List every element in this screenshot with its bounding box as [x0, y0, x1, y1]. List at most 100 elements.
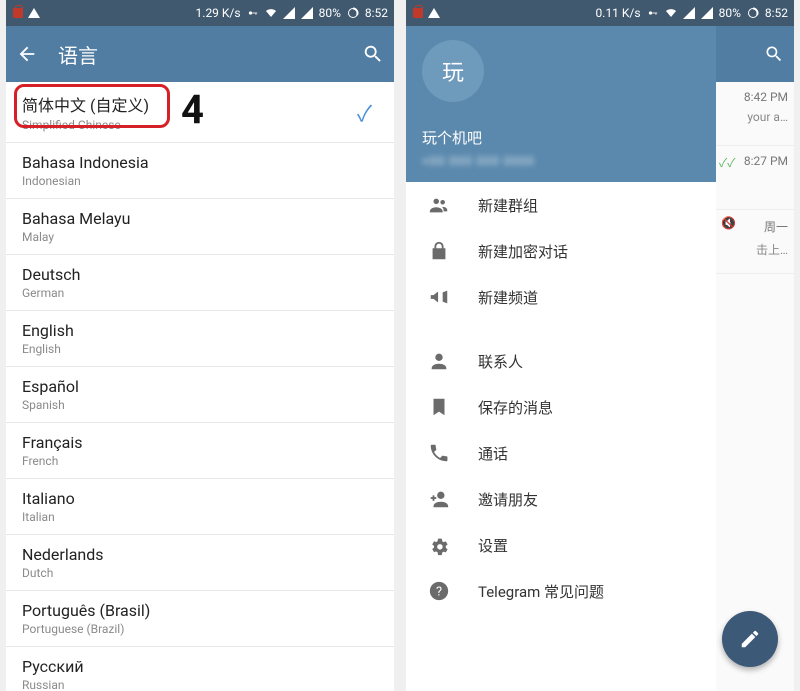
- drawer-item-label: 邀请朋友: [478, 489, 538, 510]
- language-english: Portuguese (Brazil): [22, 622, 378, 636]
- signal-icon: [683, 7, 695, 19]
- clock: 8:52: [365, 6, 388, 20]
- language-english: Indonesian: [22, 174, 378, 188]
- drawer-item-label: 新建加密对话: [478, 241, 568, 262]
- drawer-item[interactable]: 联系人: [406, 338, 716, 384]
- muted-icon: 🔇: [721, 216, 736, 230]
- signal-icon: [283, 7, 295, 19]
- language-native: Nederlands: [22, 545, 378, 564]
- drawer-item-label: 保存的消息: [478, 397, 553, 418]
- chat-snippet: your a…: [721, 110, 788, 124]
- app-bar: 语言: [6, 26, 394, 82]
- chat-peek-row[interactable]: 8:42 PM your a…: [715, 82, 794, 146]
- profile-name: 玩个机吧: [422, 127, 482, 148]
- clock: 8:52: [765, 6, 788, 20]
- megaphone-icon: [428, 286, 450, 308]
- warning-icon: [428, 7, 440, 19]
- language-english: Spanish: [22, 398, 378, 412]
- chat-peek-row[interactable]: ✓✓8:27 PM: [715, 146, 794, 210]
- page-title: 语言: [58, 40, 342, 69]
- check-icon: ✓: [357, 96, 372, 128]
- avatar[interactable]: 玩: [422, 40, 484, 102]
- language-english: Italian: [22, 510, 378, 524]
- key-icon: [647, 7, 659, 19]
- back-button[interactable]: [16, 43, 38, 65]
- drawer-item[interactable]: 新建群组: [406, 182, 716, 228]
- drawer-item[interactable]: 新建频道: [406, 274, 716, 320]
- person-add-icon: [428, 488, 450, 510]
- net-speed: 1.29 K/s: [196, 6, 241, 20]
- phone-right: 0.11 K/s 80% 8:52 8:42 PM your a… ✓✓8:27 P…: [406, 0, 794, 691]
- language-english: French: [22, 454, 378, 468]
- drawer-item-label: 联系人: [478, 351, 523, 372]
- language-row[interactable]: Italiano Italian: [6, 479, 394, 535]
- language-native: Bahasa Indonesia: [22, 153, 378, 172]
- language-english: English: [22, 342, 378, 356]
- language-row[interactable]: NederlandsDutch: [6, 535, 394, 591]
- signal-icon: [301, 7, 313, 19]
- language-english: Russian: [22, 678, 378, 691]
- search-button[interactable]: [764, 44, 784, 64]
- lock-icon: [428, 240, 450, 262]
- svg-text:?: ?: [436, 585, 442, 600]
- bookmark-icon: [428, 396, 450, 418]
- language-row[interactable]: Português (Brasil) Portuguese (Brazil): [6, 591, 394, 647]
- help-icon: ?: [428, 580, 450, 602]
- language-native: Français: [22, 433, 378, 452]
- status-bar: 0.11 K/s 80% 8:52: [406, 0, 794, 26]
- app-bar: [715, 26, 794, 82]
- warning-icon: [28, 7, 40, 19]
- chat-time: 8:42 PM: [721, 90, 788, 104]
- drawer-header: 玩 玩个机吧 +00 000 000 0000: [406, 26, 716, 182]
- drawer-item-label: 新建群组: [478, 195, 538, 216]
- drawer-item-label: 设置: [478, 535, 508, 556]
- status-bar: 1.29 K/s 80% 8:52: [6, 0, 394, 26]
- search-button[interactable]: [362, 43, 384, 65]
- person-icon: [428, 350, 450, 372]
- drawer-item[interactable]: 新建加密对话: [406, 228, 716, 274]
- phone-left: 1.29 K/s 80% 8:52 语言 简体中文 (自定义)Simplifie…: [6, 0, 394, 691]
- drawer-item[interactable]: ? Telegram 常见问题: [406, 568, 716, 614]
- language-native: Italiano: [22, 489, 378, 508]
- signal-icon: [701, 7, 713, 19]
- language-row[interactable]: Español Spanish: [6, 367, 394, 423]
- shopping-bag-icon: [412, 7, 424, 19]
- avatar-initial: 玩: [442, 55, 464, 87]
- language-native: English: [22, 321, 378, 340]
- language-row[interactable]: Français French: [6, 423, 394, 479]
- drawer-item[interactable]: 通话: [406, 430, 716, 476]
- nav-drawer: 玩 玩个机吧 +00 000 000 0000 新建群组新建加密对话新建频道联系…: [406, 26, 716, 691]
- language-row[interactable]: Bahasa MelayuMalay: [6, 199, 394, 255]
- callout-step-number: 4: [181, 86, 204, 133]
- language-native: Русский: [22, 657, 378, 676]
- battery-label: 80%: [719, 6, 741, 20]
- net-speed: 0.11 K/s: [596, 6, 641, 20]
- language-row[interactable]: Bahasa Indonesia Indonesian: [6, 143, 394, 199]
- drawer-items: 新建群组新建加密对话新建频道联系人保存的消息通话邀请朋友设置? Telegram …: [406, 182, 716, 614]
- shopping-bag-icon: [12, 7, 24, 19]
- drawer-item[interactable]: 邀请朋友: [406, 476, 716, 522]
- drawer-item[interactable]: 保存的消息: [406, 384, 716, 430]
- group-icon: [428, 194, 450, 216]
- battery-circle-icon: [747, 7, 759, 19]
- chat-peek-row[interactable]: 🔇周一击上…: [715, 210, 794, 274]
- language-row[interactable]: Русский Russian: [6, 647, 394, 691]
- language-row[interactable]: Deutsch German: [6, 255, 394, 311]
- drawer-item[interactable]: 设置: [406, 522, 716, 568]
- language-native: Deutsch: [22, 265, 378, 284]
- drawer-item-label: 通话: [478, 443, 508, 464]
- drawer-item-label: Telegram 常见问题: [478, 581, 604, 602]
- read-checks-icon: ✓✓: [719, 154, 735, 171]
- chat-list-peek: 8:42 PM your a… ✓✓8:27 PM🔇周一击上…: [714, 26, 794, 691]
- language-english: Malay: [22, 230, 378, 244]
- battery-circle-icon: [347, 7, 359, 19]
- gear-icon: [428, 534, 450, 556]
- language-native: Español: [22, 377, 378, 396]
- language-row[interactable]: English English: [6, 311, 394, 367]
- language-list[interactable]: 简体中文 (自定义)Simplified Chinese✓Bahasa Indo…: [6, 82, 394, 691]
- compose-fab[interactable]: [722, 611, 778, 667]
- drawer-item-label: 新建频道: [478, 287, 538, 308]
- language-native: Português (Brasil): [22, 601, 378, 620]
- key-icon: [247, 7, 259, 19]
- language-english: German: [22, 286, 378, 300]
